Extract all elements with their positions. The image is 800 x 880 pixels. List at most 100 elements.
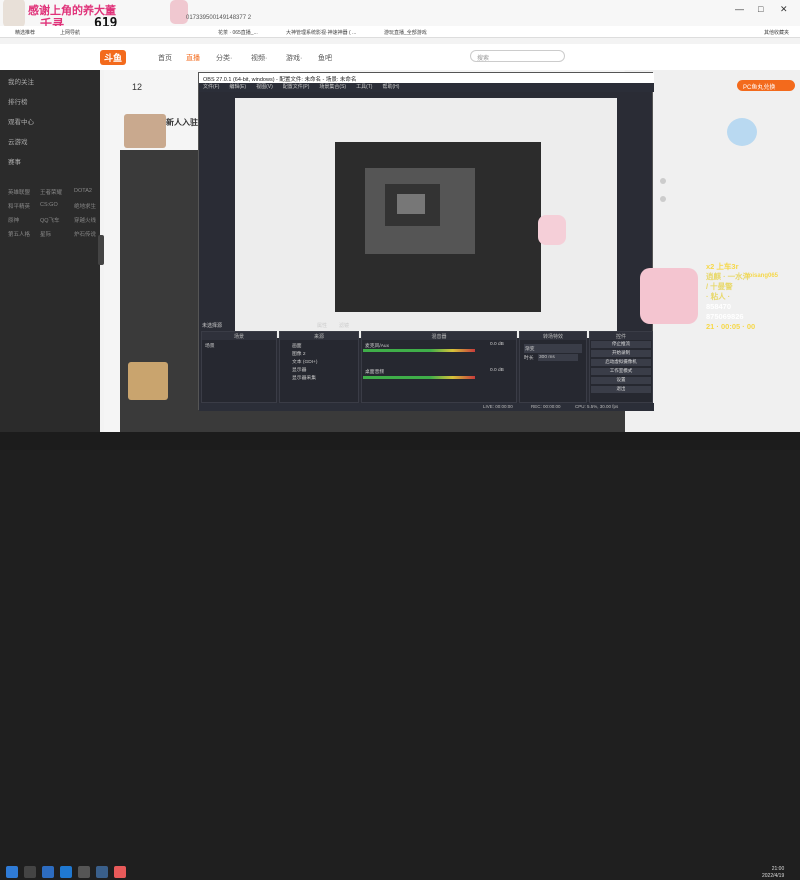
stat-line: 858470 xyxy=(706,302,732,311)
sidebar-sub[interactable]: 绝地求生 xyxy=(74,202,96,210)
source-item[interactable]: 文本 (GDI+) xyxy=(292,358,317,365)
obs-window: OBS 27.0.1 (64-bit, windows) - 配置文件: 未命名… xyxy=(198,72,654,411)
scenes-header: 场景 xyxy=(202,332,276,340)
bookmark-item[interactable]: 上网导航 xyxy=(60,29,80,36)
sidebar-item[interactable]: 观看中心 xyxy=(8,116,34,126)
overlay-character-icon xyxy=(3,0,25,28)
recursive-capture-2 xyxy=(335,142,541,312)
sidebar-sub[interactable]: 王者荣耀 xyxy=(40,188,62,196)
sidebar-sub[interactable]: DOTA2 xyxy=(74,188,92,194)
source-item[interactable]: 图像 2 xyxy=(292,350,306,357)
cpu-status: CPU: 5.5%, 30.00 fps xyxy=(575,404,619,409)
stat-line: 21 · 00:05 · 00 xyxy=(706,322,756,331)
sidebar-sub[interactable]: 第五人格 xyxy=(8,230,30,238)
live-status: LIVE: 00:00:00 xyxy=(483,404,513,409)
rec-status: REC: 00:00:00 xyxy=(531,404,561,409)
clock-time: 21:00 xyxy=(771,866,785,872)
settings-button[interactable]: 设置 xyxy=(591,377,651,384)
nav-item[interactable]: 鱼吧 xyxy=(318,53,332,63)
exit-button[interactable]: 退出 xyxy=(591,386,651,393)
mascot-sticker-icon xyxy=(538,215,566,245)
bookmark-other[interactable]: 其他收藏夹 xyxy=(764,29,789,36)
no-source-label: 未选择源 xyxy=(202,323,223,329)
chat-avatar xyxy=(660,196,666,202)
sidebar-sub[interactable]: CS:GO xyxy=(40,202,58,208)
gift-button[interactable]: PC鱼丸兑换 xyxy=(737,80,795,91)
nav-item[interactable]: 分类· xyxy=(216,53,232,63)
sidebar-sub[interactable]: 和平精英 xyxy=(8,202,30,210)
sidebar-sub[interactable]: 穿越火线 xyxy=(74,216,96,224)
menu-file[interactable]: 文件(F) xyxy=(203,84,219,90)
studio-mode-button[interactable]: 工作室模式 xyxy=(591,368,651,375)
right-username: hoisang065 xyxy=(745,273,779,279)
search-input[interactable]: 搜索 xyxy=(470,50,565,62)
duration-input[interactable]: 300 ms xyxy=(538,354,578,361)
stat-line: 875069826 xyxy=(706,312,744,321)
site-logo[interactable]: 斗鱼 xyxy=(100,50,127,65)
sidebar-item[interactable]: 云游戏 xyxy=(8,136,28,146)
nav-item-active[interactable]: 直播 xyxy=(186,53,200,63)
virtual-camera-button[interactable]: 启动虚拟摄像机 xyxy=(591,359,651,366)
stop-streaming-button[interactable]: 停止推流 xyxy=(591,341,651,348)
edge-icon[interactable] xyxy=(42,866,54,878)
bookmark-item[interactable]: 游玩直播_全部游戏 xyxy=(384,29,427,36)
mixer-channel-name: 桌面音频 xyxy=(365,370,385,375)
sidebar-sub[interactable]: 原神 xyxy=(8,216,19,224)
obs-icon[interactable] xyxy=(78,866,90,878)
sidebar-item[interactable]: 赛事 xyxy=(8,156,21,166)
menu-profile[interactable]: 配置文件(P) xyxy=(283,84,310,90)
stat-line: x2 上车3r xyxy=(706,262,739,271)
sidebar-item[interactable]: 排行榜 xyxy=(8,96,28,106)
explorer-icon[interactable] xyxy=(60,866,72,878)
source-item[interactable]: 显示器采集 xyxy=(292,374,316,381)
maximize-icon[interactable]: □ xyxy=(758,4,763,14)
filters-button[interactable]: 滤镜 xyxy=(339,322,349,329)
anniversary-logo xyxy=(727,118,757,146)
sidebar-sub[interactable]: 英雄联盟 xyxy=(8,188,30,196)
recursive-capture-4 xyxy=(385,184,440,226)
transition-select[interactable]: 渐变 xyxy=(524,344,582,353)
close-icon[interactable]: ✕ xyxy=(780,4,788,15)
menu-edit[interactable]: 编辑(E) xyxy=(229,84,246,90)
nav-item[interactable]: 视频· xyxy=(251,53,267,63)
scene-item[interactable]: 场景 xyxy=(205,342,215,349)
menu-view[interactable]: 视图(V) xyxy=(256,84,273,90)
start-icon[interactable] xyxy=(6,866,18,878)
windows-taskbar: 21:00 2022/4/19 xyxy=(0,432,800,879)
duration-label: 时长 xyxy=(524,356,534,361)
nav-item[interactable]: 游戏· xyxy=(286,53,302,63)
recursive-capture-5 xyxy=(397,194,425,214)
nav-item[interactable]: 首页 xyxy=(158,53,172,63)
anchor-avatar[interactable] xyxy=(124,114,166,148)
obs-title-bar: OBS 27.0.1 (64-bit, windows) - 配置文件: 未命名… xyxy=(199,73,654,83)
system-clock[interactable]: 21:00 2022/4/19 xyxy=(762,866,784,880)
bookmark-item[interactable]: 花茶 · 065直播_... xyxy=(218,29,258,36)
mixer-channel-db: 0.0 dB xyxy=(490,342,504,347)
menu-help[interactable]: 帮助(H) xyxy=(382,84,399,90)
promo-banner[interactable] xyxy=(128,362,168,400)
audio-meter xyxy=(363,376,475,379)
sidebar-sub[interactable]: 星际 xyxy=(40,230,51,238)
steam-icon[interactable] xyxy=(96,866,108,878)
mixer-header: 混音器 xyxy=(362,332,516,340)
follow-count: 12 xyxy=(132,82,143,92)
sidebar-sub[interactable]: 炉石传说 xyxy=(74,230,96,238)
menu-tools[interactable]: 工具(T) xyxy=(356,84,372,90)
sidebar-sub[interactable]: QQ飞车 xyxy=(40,216,60,224)
start-recording-button[interactable]: 开始录制 xyxy=(591,350,651,357)
obs-status-bar: LIVE: 00:00:00 REC: 00:00:00 CPU: 5.5%, … xyxy=(199,403,654,411)
bookmark-item[interactable]: 大神管理系统 xyxy=(286,29,316,36)
controls-header: 控件 xyxy=(590,332,652,340)
bookmark-item[interactable]: 精选推荐 xyxy=(15,29,35,36)
source-item[interactable]: 显示器 xyxy=(292,366,306,373)
sidebar-item[interactable]: 我的关注 xyxy=(8,76,34,86)
browser-url[interactable]: 017339500149148377 2 xyxy=(186,15,251,21)
source-item[interactable]: 画面 xyxy=(292,342,302,349)
minimize-icon[interactable]: — xyxy=(735,4,744,14)
bookmark-item[interactable]: 影视·神速神器 ( ... xyxy=(316,29,356,36)
sources-header: 来源 xyxy=(280,332,358,340)
app-icon[interactable] xyxy=(114,866,126,878)
menu-scene-collection[interactable]: 场景集合(S) xyxy=(319,84,346,90)
properties-button[interactable]: 属性 xyxy=(317,322,327,329)
search-icon[interactable] xyxy=(24,866,36,878)
